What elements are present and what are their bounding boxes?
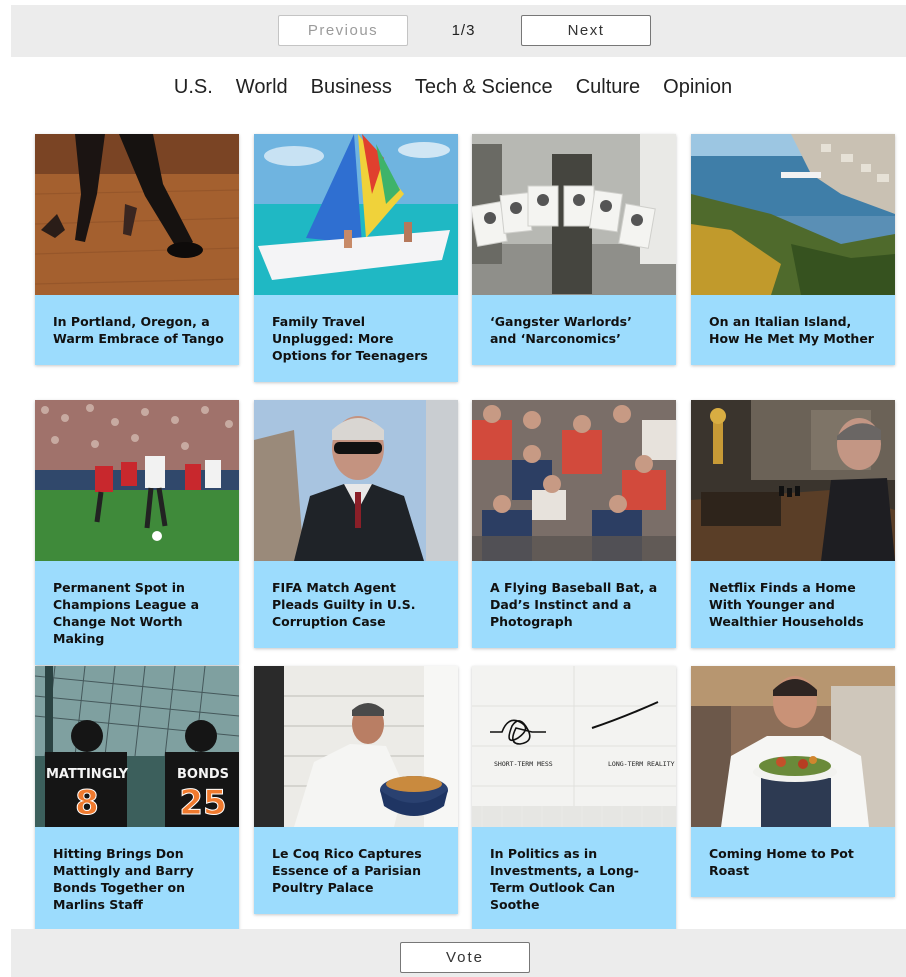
man-chess-photo (691, 400, 895, 561)
article-headline: Hitting Brings Don Mattingly and Barry B… (53, 846, 194, 912)
man-sunglasses-photo (254, 400, 458, 561)
article-card[interactable]: Permanent Spot in Champions League a Cha… (35, 400, 239, 665)
article-headline: Family Travel Unplugged: More Options fo… (272, 314, 428, 363)
protest-posters-photo (472, 134, 676, 295)
section-opinion[interactable]: Opinion (663, 72, 732, 102)
article-headline: Netflix Finds a Home With Younger and We… (709, 580, 864, 629)
tango-dancers-photo (35, 134, 239, 295)
article-card[interactable]: Le Coq Rico Captures Essence of a Parisi… (254, 666, 458, 914)
article-headline: ‘Gangster Warlords’ and ‘Narconomics’ (490, 314, 632, 346)
article-card[interactable]: Family Travel Unplugged: More Options fo… (254, 134, 458, 382)
pagination-bar: Previous 1/3 Next (11, 5, 906, 57)
article-headline: Coming Home to Pot Roast (709, 846, 854, 878)
article-card[interactable]: FIFA Match Agent Pleads Guilty in U.S. C… (254, 400, 458, 648)
article-card[interactable]: SHORT-TERM MESS LONG-TERM REALITY In Pol… (472, 666, 676, 931)
article-card[interactable]: MATTINGLY 8 BONDS 25 Hitting Brings Don … (35, 666, 239, 931)
soccer-match-photo (35, 400, 239, 561)
section-world[interactable]: World (236, 72, 288, 102)
article-headline: In Portland, Oregon, a Warm Embrace of T… (53, 314, 224, 346)
section-business[interactable]: Business (311, 72, 392, 102)
article-card[interactable]: On an Italian Island, How He Met My Moth… (691, 134, 895, 365)
article-headline: In Politics as in Investments, a Long-Te… (490, 846, 639, 912)
sketch-long-term-label: LONG-TERM REALITY (608, 760, 675, 768)
section-nav: U.S. World Business Tech & Science Cultu… (0, 72, 906, 102)
previous-button[interactable]: Previous (278, 15, 408, 46)
sketch-short-term-label: SHORT-TERM MESS (494, 760, 553, 768)
article-card[interactable]: Coming Home to Pot Roast (691, 666, 895, 897)
jersey-number-bonds: 25 (179, 783, 226, 823)
marlins-coaches-photo: MATTINGLY 8 BONDS 25 (35, 666, 239, 827)
next-button[interactable]: Next (521, 15, 651, 46)
article-headline: Permanent Spot in Champions League a Cha… (53, 580, 200, 646)
page-indicator: 1/3 (451, 22, 476, 39)
section-culture[interactable]: Culture (576, 72, 640, 102)
article-card[interactable]: A Flying Baseball Bat, a Dad’s Instinct … (472, 400, 676, 648)
vote-bar: Vote (11, 929, 906, 977)
jersey-number-mattingly: 8 (75, 783, 99, 823)
article-headline: A Flying Baseball Bat, a Dad’s Instinct … (490, 580, 658, 629)
baseball-crowd-photo (472, 400, 676, 561)
chef-bowl-photo (691, 666, 895, 827)
napkin-sketch-photo: SHORT-TERM MESS LONG-TERM REALITY (472, 666, 676, 827)
section-tech-science[interactable]: Tech & Science (415, 72, 553, 102)
section-us[interactable]: U.S. (174, 72, 213, 102)
vote-button[interactable]: Vote (400, 942, 530, 973)
article-card[interactable]: In Portland, Oregon, a Warm Embrace of T… (35, 134, 239, 365)
article-card[interactable]: Netflix Finds a Home With Younger and We… (691, 400, 895, 648)
jersey-name-mattingly: MATTINGLY (46, 767, 129, 782)
article-headline: On an Italian Island, How He Met My Moth… (709, 314, 874, 346)
article-headline: Le Coq Rico Captures Essence of a Parisi… (272, 846, 422, 895)
article-card[interactable]: ‘Gangster Warlords’ and ‘Narconomics’ (472, 134, 676, 365)
article-headline: FIFA Match Agent Pleads Guilty in U.S. C… (272, 580, 416, 629)
island-harbor-photo (691, 134, 895, 295)
sailboat-photo (254, 134, 458, 295)
jersey-name-bonds: BONDS (177, 767, 229, 782)
chef-pot-photo (254, 666, 458, 827)
